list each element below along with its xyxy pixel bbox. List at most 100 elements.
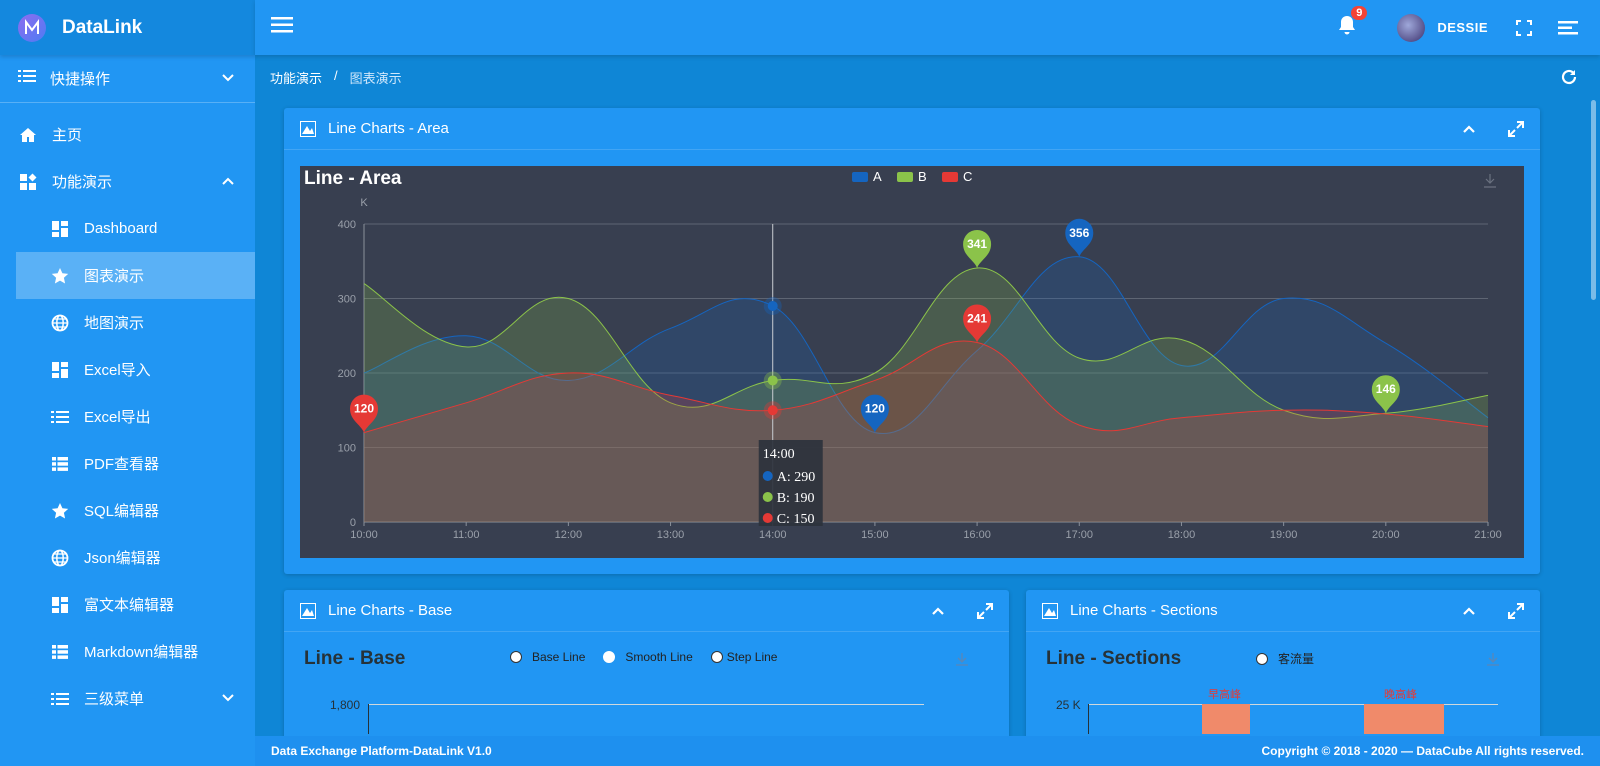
chevron-up-icon [221,173,235,190]
collapse-icon[interactable] [1462,606,1476,616]
marker-label: 241 [967,311,987,325]
legend-label-b: B [918,169,927,184]
notifications-bell-icon[interactable]: 9 [1337,6,1368,41]
legend-swatch-c [942,172,958,182]
marker-label: 341 [967,237,987,251]
star-icon [50,501,70,521]
y-tick-label: 100 [338,443,356,455]
y-axis-unit: K [360,197,368,209]
sidebar-item-label: 三级菜单 [84,691,145,708]
fullscreen-icon[interactable] [1516,19,1532,36]
top-bar: 9 DESSIE [255,0,1600,55]
sidebar-item-label: Dashboard [84,220,158,237]
legend-label-c: C [963,169,972,184]
sidebar-item-excel-import[interactable]: Excel导入 [0,346,255,393]
sidebar-item-label: Markdown编辑器 [84,644,199,661]
marker-label: 146 [1376,382,1396,396]
section-band [1202,704,1250,734]
list-icon [50,407,70,427]
section-label: 晚高峰 [1384,689,1417,701]
sidebar-item-maps[interactable]: 地图演示 [0,299,255,346]
sidebar-item-features[interactable]: 功能演示 [0,158,255,205]
sidebar-item-dashboard[interactable]: Dashboard [0,205,255,252]
app-name: DataLink [62,16,143,38]
quick-actions-toggle[interactable]: 快捷操作 [0,55,255,103]
footer-left: Data Exchange Platform-DataLink V1.0 [271,744,492,758]
y-axis [1088,704,1089,734]
y-tick-label: 300 [338,294,356,306]
breadcrumb: 功能演示 / 图表演示 [270,68,402,87]
legend-label-a: A [873,169,882,184]
dashboard-icon [50,360,70,380]
panel-line-area: Line Charts - Area Line - Area K 0 100 200 30… [284,108,1540,574]
y-tick: 1,800 [330,698,361,712]
panel-line-sections: Line Charts - Sections Line - Sections 客… [1026,590,1540,740]
sidebar-item-label: 主页 [52,127,83,144]
scrollbar[interactable] [1591,100,1596,300]
sidebar-item-rich-text-editor[interactable]: 富文本编辑器 [0,581,255,628]
sections-chart: Line - Sections 客流量 25 K 早高峰 晚高峰 [1026,632,1540,740]
download-icon [1484,174,1496,188]
x-tick-label: 10:00 [350,529,378,541]
sidebar-item-label: 地图演示 [84,315,145,332]
panel-title: Line Charts - Area [328,120,449,137]
chevron-down-icon [221,690,235,707]
expand-icon[interactable] [1508,120,1524,137]
username[interactable]: DESSIE [1437,20,1488,35]
marker-label: 120 [354,402,374,416]
refresh-icon[interactable] [1560,68,1578,91]
sidebar-item-charts[interactable]: 图表演示 [16,252,255,299]
x-tick-label: 14:00 [759,529,787,541]
avatar[interactable] [1397,13,1426,42]
sidebar-item-label: Excel导出 [84,409,151,426]
star-icon [50,266,70,286]
legend-item[interactable]: Base Line [510,650,585,664]
legend-item[interactable]: Smooth Line [603,650,693,664]
panel-title: Line Charts - Base [328,602,453,619]
list-icon [50,689,70,709]
sidebar-item-three-level-menu[interactable]: 三级菜单 [0,675,255,722]
footer: Data Exchange Platform-DataLink V1.0 Cop… [255,736,1600,766]
tooltip-swatch [762,513,773,523]
expand-icon[interactable] [977,602,993,619]
sidebar-item-json-editor[interactable]: Json编辑器 [0,534,255,581]
legend: Base Line Smooth Line Step Line [510,650,777,664]
table-icon [50,642,70,662]
globe-icon [50,313,70,333]
table-icon [50,454,70,474]
sidebar-item-home[interactable]: 主页 [0,111,255,158]
globe-icon [50,548,70,568]
footer-copyright: Copyright © 2018 - 2020 — DataCube All r… [1261,744,1585,758]
tooltip-line: C: 150 [777,512,815,527]
x-tick-label: 13:00 [657,529,685,541]
sidebar-item-sql-editor[interactable]: SQL编辑器 [0,487,255,534]
tooltip-line: A: 290 [777,470,816,485]
chart-title: Line - Area [304,168,402,189]
dashboard-icon [50,595,70,615]
sidebar: DataLink 快捷操作 主页功能演示 Dashboard 图表演示地图演示 Exc… [0,0,255,766]
collapse-icon[interactable] [931,606,945,616]
chart-icon [300,120,316,137]
download-icon[interactable] [1486,652,1500,671]
tooltip-title: 14:00 [763,447,795,462]
download-icon[interactable] [955,652,969,671]
expand-icon[interactable] [1508,602,1524,619]
y-tick: 25 K [1056,698,1081,712]
brand[interactable]: DataLink [0,0,255,55]
sidebar-item-markdown-editor[interactable]: Markdown编辑器 [0,628,255,675]
sidebar-item-pdf-viewer[interactable]: PDF查看器 [0,440,255,487]
sidebar-item-label: PDF查看器 [84,456,160,473]
collapse-icon[interactable] [1462,124,1476,134]
sidebar-item-excel-export[interactable]: Excel导出 [0,393,255,440]
breadcrumb-parent[interactable]: 功能演示 [270,68,322,87]
legend-item[interactable]: 客流量 [1256,650,1314,667]
list-icon [18,69,36,88]
x-tick-label: 20:00 [1372,529,1400,541]
gridline [368,704,924,705]
x-tick-label: 15:00 [861,529,889,541]
y-tick-label: 200 [338,368,356,380]
right-menu-icon[interactable] [1558,20,1578,35]
menu-toggle-icon[interactable] [271,17,295,38]
legend-item[interactable]: Step Line [710,650,777,664]
x-tick-label: 17:00 [1066,529,1094,541]
